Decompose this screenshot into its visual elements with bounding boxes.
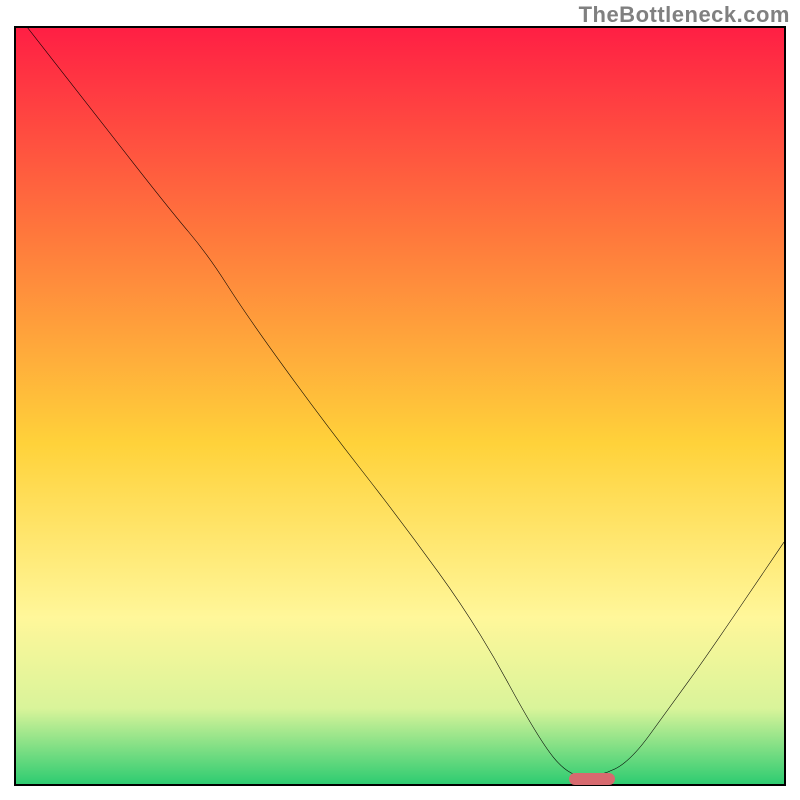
bottleneck-curve [16, 28, 784, 784]
sweet-spot-marker [569, 773, 615, 785]
watermark-text: TheBottleneck.com [579, 2, 790, 28]
bottleneck-chart: TheBottleneck.com [0, 0, 800, 800]
plot-area [14, 26, 786, 786]
